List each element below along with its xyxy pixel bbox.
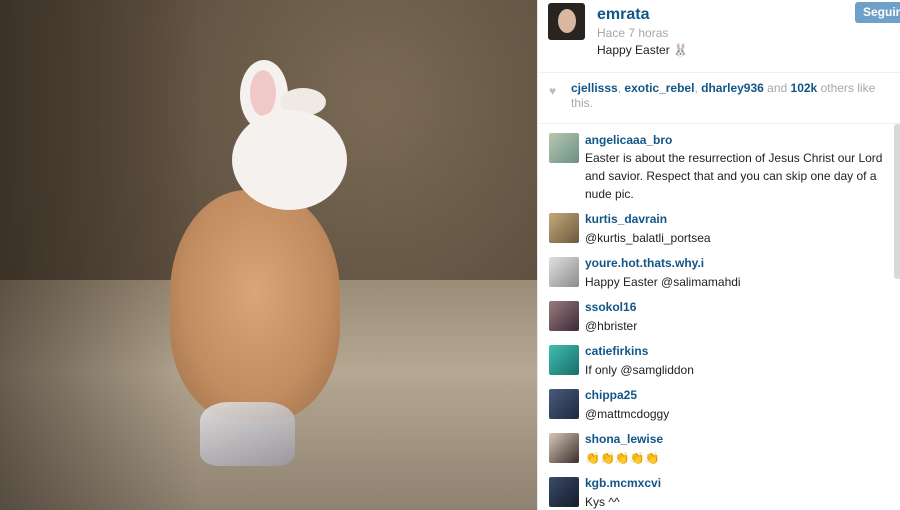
post-header: emrata Hace 7 horas Happy Easter 🐰 Segui… — [538, 0, 900, 73]
comment-item: kurtis_davrain @kurtis_balatli_portsea — [538, 203, 900, 247]
comments-scrollbar[interactable] — [894, 124, 900, 279]
post-username[interactable]: emrata — [597, 6, 649, 24]
photo-figure — [170, 190, 340, 420]
photo-shade — [0, 0, 200, 510]
comment-item: chippa25 @mattmcdoggy — [538, 379, 900, 423]
comment-text: @kurtis_balatli_portsea — [585, 231, 711, 245]
bunny-mask — [232, 110, 347, 210]
commenter-avatar[interactable] — [549, 133, 579, 163]
commenter-name[interactable]: catiefirkins — [585, 344, 648, 358]
post-caption: Happy Easter 🐰 — [597, 43, 688, 57]
comment-text: @hbrister — [585, 319, 638, 333]
commenter-avatar[interactable] — [549, 213, 579, 243]
likes-text: cjellisss, exotic_rebel, dharley936 and … — [571, 81, 891, 111]
post-sidebar: emrata Hace 7 horas Happy Easter 🐰 Segui… — [537, 0, 900, 510]
commenter-avatar[interactable] — [549, 477, 579, 507]
comment-text: Happy Easter @salimamahdi — [585, 275, 741, 289]
commenter-name[interactable]: youre.hot.thats.why.i — [585, 256, 704, 270]
comment-item: youre.hot.thats.why.i Happy Easter @sali… — [538, 247, 900, 291]
comment-item: kgb.mcmxcvi Kys ^^ — [538, 467, 900, 510]
commenter-name[interactable]: chippa25 — [585, 388, 637, 402]
commenter-name[interactable]: angelicaaa_bro — [585, 133, 672, 147]
photo-shoes — [200, 402, 295, 466]
comment-item: angelicaaa_bro Easter is about the resur… — [538, 124, 900, 203]
likes-section: ♥ cjellisss, exotic_rebel, dharley936 an… — [538, 73, 900, 124]
bunny-ear-inner — [250, 70, 276, 116]
comment-item: catiefirkins If only @samgliddon — [538, 335, 900, 379]
comment-text: @mattmcdoggy — [585, 407, 670, 421]
avatar-face — [558, 9, 576, 33]
commenter-name[interactable]: kgb.mcmxcvi — [585, 476, 661, 490]
post-photo[interactable] — [0, 0, 537, 510]
like-and: and — [763, 81, 791, 95]
commenter-name[interactable]: shona_lewise — [585, 432, 663, 446]
commenter-avatar[interactable] — [549, 389, 579, 419]
commenter-name[interactable]: ssokol16 — [585, 300, 636, 314]
comment-item: ssokol16 @hbrister — [538, 291, 900, 335]
comments-list[interactable]: angelicaaa_bro Easter is about the resur… — [538, 124, 900, 510]
like-user-1[interactable]: cjellisss — [571, 81, 618, 95]
follow-button[interactable]: Seguir — [855, 2, 900, 23]
commenter-avatar[interactable] — [549, 345, 579, 375]
comment-text: If only @samgliddon — [585, 363, 694, 377]
heart-icon[interactable]: ♥ — [549, 85, 560, 97]
like-user-2[interactable]: exotic_rebel — [624, 81, 694, 95]
commenter-avatar[interactable] — [549, 257, 579, 287]
comment-text: 👏👏👏👏👏 — [585, 451, 660, 465]
like-count[interactable]: 102k — [791, 81, 818, 95]
comment-item: shona_lewise 👏👏👏👏👏 — [538, 423, 900, 467]
post-time[interactable]: Hace 7 horas — [597, 26, 668, 40]
commenter-name[interactable]: kurtis_davrain — [585, 212, 667, 226]
comment-text: Kys ^^ — [585, 495, 620, 509]
avatar[interactable] — [548, 3, 585, 40]
comment-text: Easter is about the resurrection of Jesu… — [585, 151, 883, 201]
commenter-avatar[interactable] — [549, 433, 579, 463]
commenter-avatar[interactable] — [549, 301, 579, 331]
like-user-3[interactable]: dharley936 — [701, 81, 764, 95]
